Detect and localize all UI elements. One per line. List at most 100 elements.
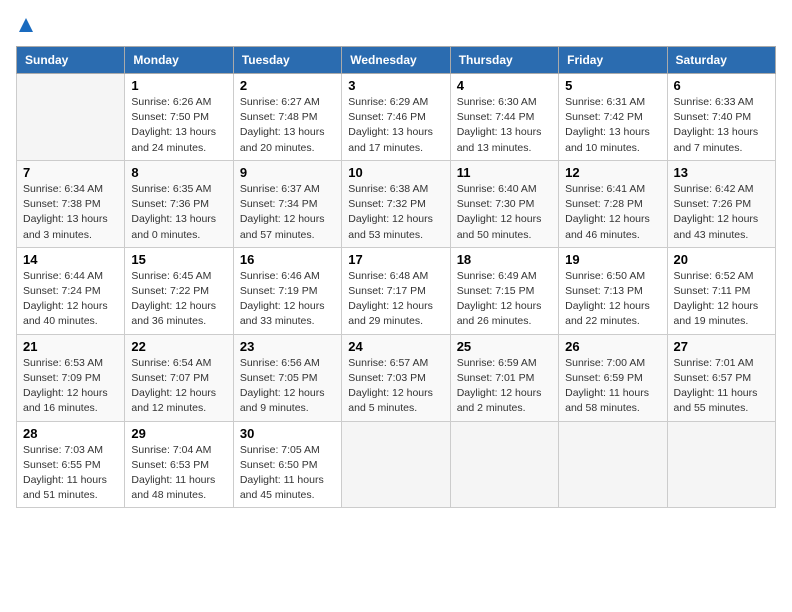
day-info: Sunrise: 7:04 AM Sunset: 6:53 PM Dayligh… [131, 443, 226, 504]
calendar-cell: 28Sunrise: 7:03 AM Sunset: 6:55 PM Dayli… [17, 421, 125, 508]
calendar-week-row: 1 Sunrise: 6:26 AM Sunset: 7:50 PM Daylig… [17, 74, 776, 161]
day-number: 23 [240, 339, 335, 354]
day-number: 1 [131, 78, 226, 93]
calendar-cell: 21 Sunrise: 6:53 AM Sunset: 7:09 PM Dayli… [17, 334, 125, 421]
calendar-cell: 25 Sunrise: 6:59 AM Sunset: 7:01 PM Dayli… [450, 334, 558, 421]
day-info: Sunrise: 7:03 AM Sunset: 6:55 PM Dayligh… [23, 443, 118, 504]
day-number: 27 [674, 339, 769, 354]
day-info: Sunrise: 7:05 AM Sunset: 6:50 PM Dayligh… [240, 443, 335, 504]
day-number: 21 [23, 339, 118, 354]
weekday-header: Friday [559, 47, 667, 74]
calendar-cell: 1 Sunrise: 6:26 AM Sunset: 7:50 PM Daylig… [125, 74, 233, 161]
day-number: 2 [240, 78, 335, 93]
calendar-cell: 15 Sunrise: 6:45 AM Sunset: 7:22 PM Dayli… [125, 247, 233, 334]
calendar-cell: 6Sunrise: 6:33 AM Sunset: 7:40 PM Daylig… [667, 74, 775, 161]
calendar-cell: 7Sunrise: 6:34 AM Sunset: 7:38 PM Daylig… [17, 160, 125, 247]
day-info: Sunrise: 6:38 AM Sunset: 7:32 PM Dayligh… [348, 182, 443, 243]
day-info: Sunrise: 6:45 AM Sunset: 7:22 PM Dayligh… [131, 269, 226, 330]
day-number: 26 [565, 339, 660, 354]
day-info: Sunrise: 6:31 AM Sunset: 7:42 PM Dayligh… [565, 95, 660, 156]
day-info: Sunrise: 6:59 AM Sunset: 7:01 PM Dayligh… [457, 356, 552, 417]
day-number: 11 [457, 165, 552, 180]
day-number: 19 [565, 252, 660, 267]
calendar-cell: 4 Sunrise: 6:30 AM Sunset: 7:44 PM Daylig… [450, 74, 558, 161]
calendar-cell [667, 421, 775, 508]
day-number: 5 [565, 78, 660, 93]
day-number: 4 [457, 78, 552, 93]
day-info: Sunrise: 6:37 AM Sunset: 7:34 PM Dayligh… [240, 182, 335, 243]
day-info: Sunrise: 6:40 AM Sunset: 7:30 PM Dayligh… [457, 182, 552, 243]
calendar-table: SundayMondayTuesdayWednesdayThursdayFrid… [16, 46, 776, 508]
calendar-cell: 2 Sunrise: 6:27 AM Sunset: 7:48 PM Daylig… [233, 74, 341, 161]
day-number: 18 [457, 252, 552, 267]
day-number: 7 [23, 165, 118, 180]
calendar-cell: 19 Sunrise: 6:50 AM Sunset: 7:13 PM Dayli… [559, 247, 667, 334]
day-number: 17 [348, 252, 443, 267]
page-header [16, 16, 776, 34]
day-number: 16 [240, 252, 335, 267]
day-info: Sunrise: 6:52 AM Sunset: 7:11 PM Dayligh… [674, 269, 769, 330]
day-number: 14 [23, 252, 118, 267]
day-info: Sunrise: 6:48 AM Sunset: 7:17 PM Dayligh… [348, 269, 443, 330]
weekday-header: Sunday [17, 47, 125, 74]
calendar-cell: 29Sunrise: 7:04 AM Sunset: 6:53 PM Dayli… [125, 421, 233, 508]
calendar-cell: 14 Sunrise: 6:44 AM Sunset: 7:24 PM Dayli… [17, 247, 125, 334]
calendar-cell [450, 421, 558, 508]
weekday-header: Wednesday [342, 47, 450, 74]
calendar-cell: 12 Sunrise: 6:41 AM Sunset: 7:28 PM Dayli… [559, 160, 667, 247]
calendar-cell [559, 421, 667, 508]
day-info: Sunrise: 7:01 AM Sunset: 6:57 PM Dayligh… [674, 356, 769, 417]
day-info: Sunrise: 6:56 AM Sunset: 7:05 PM Dayligh… [240, 356, 335, 417]
day-number: 20 [674, 252, 769, 267]
day-info: Sunrise: 6:42 AM Sunset: 7:26 PM Dayligh… [674, 182, 769, 243]
calendar-cell: 18 Sunrise: 6:49 AM Sunset: 7:15 PM Dayli… [450, 247, 558, 334]
calendar-cell: 30 Sunrise: 7:05 AM Sunset: 6:50 PM Dayli… [233, 421, 341, 508]
calendar-cell: 24 Sunrise: 6:57 AM Sunset: 7:03 PM Dayli… [342, 334, 450, 421]
calendar-cell: 17 Sunrise: 6:48 AM Sunset: 7:17 PM Dayli… [342, 247, 450, 334]
day-number: 25 [457, 339, 552, 354]
calendar-cell: 16 Sunrise: 6:46 AM Sunset: 7:19 PM Dayli… [233, 247, 341, 334]
calendar-cell [17, 74, 125, 161]
day-info: Sunrise: 6:29 AM Sunset: 7:46 PM Dayligh… [348, 95, 443, 156]
weekday-header: Tuesday [233, 47, 341, 74]
calendar-cell: 5 Sunrise: 6:31 AM Sunset: 7:42 PM Daylig… [559, 74, 667, 161]
day-info: Sunrise: 6:54 AM Sunset: 7:07 PM Dayligh… [131, 356, 226, 417]
day-info: Sunrise: 6:44 AM Sunset: 7:24 PM Dayligh… [23, 269, 118, 330]
day-number: 13 [674, 165, 769, 180]
day-info: Sunrise: 6:50 AM Sunset: 7:13 PM Dayligh… [565, 269, 660, 330]
calendar-week-row: 21 Sunrise: 6:53 AM Sunset: 7:09 PM Dayli… [17, 334, 776, 421]
day-info: Sunrise: 6:49 AM Sunset: 7:15 PM Dayligh… [457, 269, 552, 330]
calendar-cell: 3 Sunrise: 6:29 AM Sunset: 7:46 PM Daylig… [342, 74, 450, 161]
day-number: 30 [240, 426, 335, 441]
day-number: 10 [348, 165, 443, 180]
day-number: 24 [348, 339, 443, 354]
calendar-cell: 8 Sunrise: 6:35 AM Sunset: 7:36 PM Daylig… [125, 160, 233, 247]
calendar-week-row: 7Sunrise: 6:34 AM Sunset: 7:38 PM Daylig… [17, 160, 776, 247]
day-info: Sunrise: 6:46 AM Sunset: 7:19 PM Dayligh… [240, 269, 335, 330]
calendar-week-row: 14 Sunrise: 6:44 AM Sunset: 7:24 PM Dayli… [17, 247, 776, 334]
calendar-cell: 9 Sunrise: 6:37 AM Sunset: 7:34 PM Daylig… [233, 160, 341, 247]
day-number: 15 [131, 252, 226, 267]
calendar-cell: 20 Sunrise: 6:52 AM Sunset: 7:11 PM Dayli… [667, 247, 775, 334]
day-number: 3 [348, 78, 443, 93]
logo-icon [17, 16, 35, 34]
calendar-cell: 27 Sunrise: 7:01 AM Sunset: 6:57 PM Dayli… [667, 334, 775, 421]
day-info: Sunrise: 6:27 AM Sunset: 7:48 PM Dayligh… [240, 95, 335, 156]
calendar-cell: 10 Sunrise: 6:38 AM Sunset: 7:32 PM Dayli… [342, 160, 450, 247]
day-info: Sunrise: 6:35 AM Sunset: 7:36 PM Dayligh… [131, 182, 226, 243]
day-number: 9 [240, 165, 335, 180]
day-info: Sunrise: 6:57 AM Sunset: 7:03 PM Dayligh… [348, 356, 443, 417]
calendar-cell: 26Sunrise: 7:00 AM Sunset: 6:59 PM Dayli… [559, 334, 667, 421]
day-number: 8 [131, 165, 226, 180]
day-number: 12 [565, 165, 660, 180]
calendar-cell: 22Sunrise: 6:54 AM Sunset: 7:07 PM Dayli… [125, 334, 233, 421]
calendar-cell: 11 Sunrise: 6:40 AM Sunset: 7:30 PM Dayli… [450, 160, 558, 247]
weekday-header: Saturday [667, 47, 775, 74]
day-info: Sunrise: 6:26 AM Sunset: 7:50 PM Dayligh… [131, 95, 226, 156]
day-info: Sunrise: 6:30 AM Sunset: 7:44 PM Dayligh… [457, 95, 552, 156]
calendar-cell [342, 421, 450, 508]
day-info: Sunrise: 6:33 AM Sunset: 7:40 PM Dayligh… [674, 95, 769, 156]
calendar-cell: 13 Sunrise: 6:42 AM Sunset: 7:26 PM Dayli… [667, 160, 775, 247]
day-info: Sunrise: 6:53 AM Sunset: 7:09 PM Dayligh… [23, 356, 118, 417]
day-info: Sunrise: 6:41 AM Sunset: 7:28 PM Dayligh… [565, 182, 660, 243]
